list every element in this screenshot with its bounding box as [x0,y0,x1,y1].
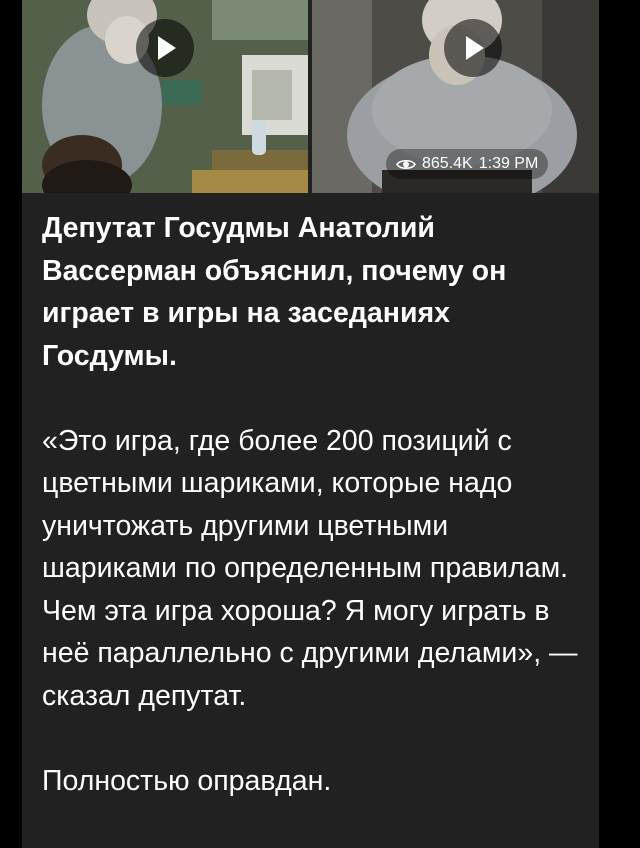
post-closing: Полностью оправдан. [42,764,332,797]
post-quote: «Это игра, где более 200 позиций с цветн… [42,424,578,712]
channel-post[interactable]: 865.4K 1:39 PM Депутат Госудмы Анатолий … [22,0,599,848]
eye-icon [396,159,416,169]
left-video-thumbnail[interactable] [22,0,308,193]
play-icon [466,36,484,60]
post-headline: Депутат Госудмы Анатолий Вассерман объяс… [42,212,507,372]
chat-screen: 865.4K 1:39 PM Депутат Госудмы Анатолий … [0,0,640,848]
right-play-button[interactable] [444,19,502,77]
post-time: 1:39 PM [478,155,539,172]
left-play-button[interactable] [136,19,194,77]
media-album: 865.4K 1:39 PM [22,0,599,193]
post-meta-badge: 865.4K 1:39 PM [386,149,549,179]
play-icon [158,36,176,60]
view-count: 865.4K [422,155,473,172]
post-text: Депутат Госудмы Анатолий Вассерман объяс… [42,207,587,802]
